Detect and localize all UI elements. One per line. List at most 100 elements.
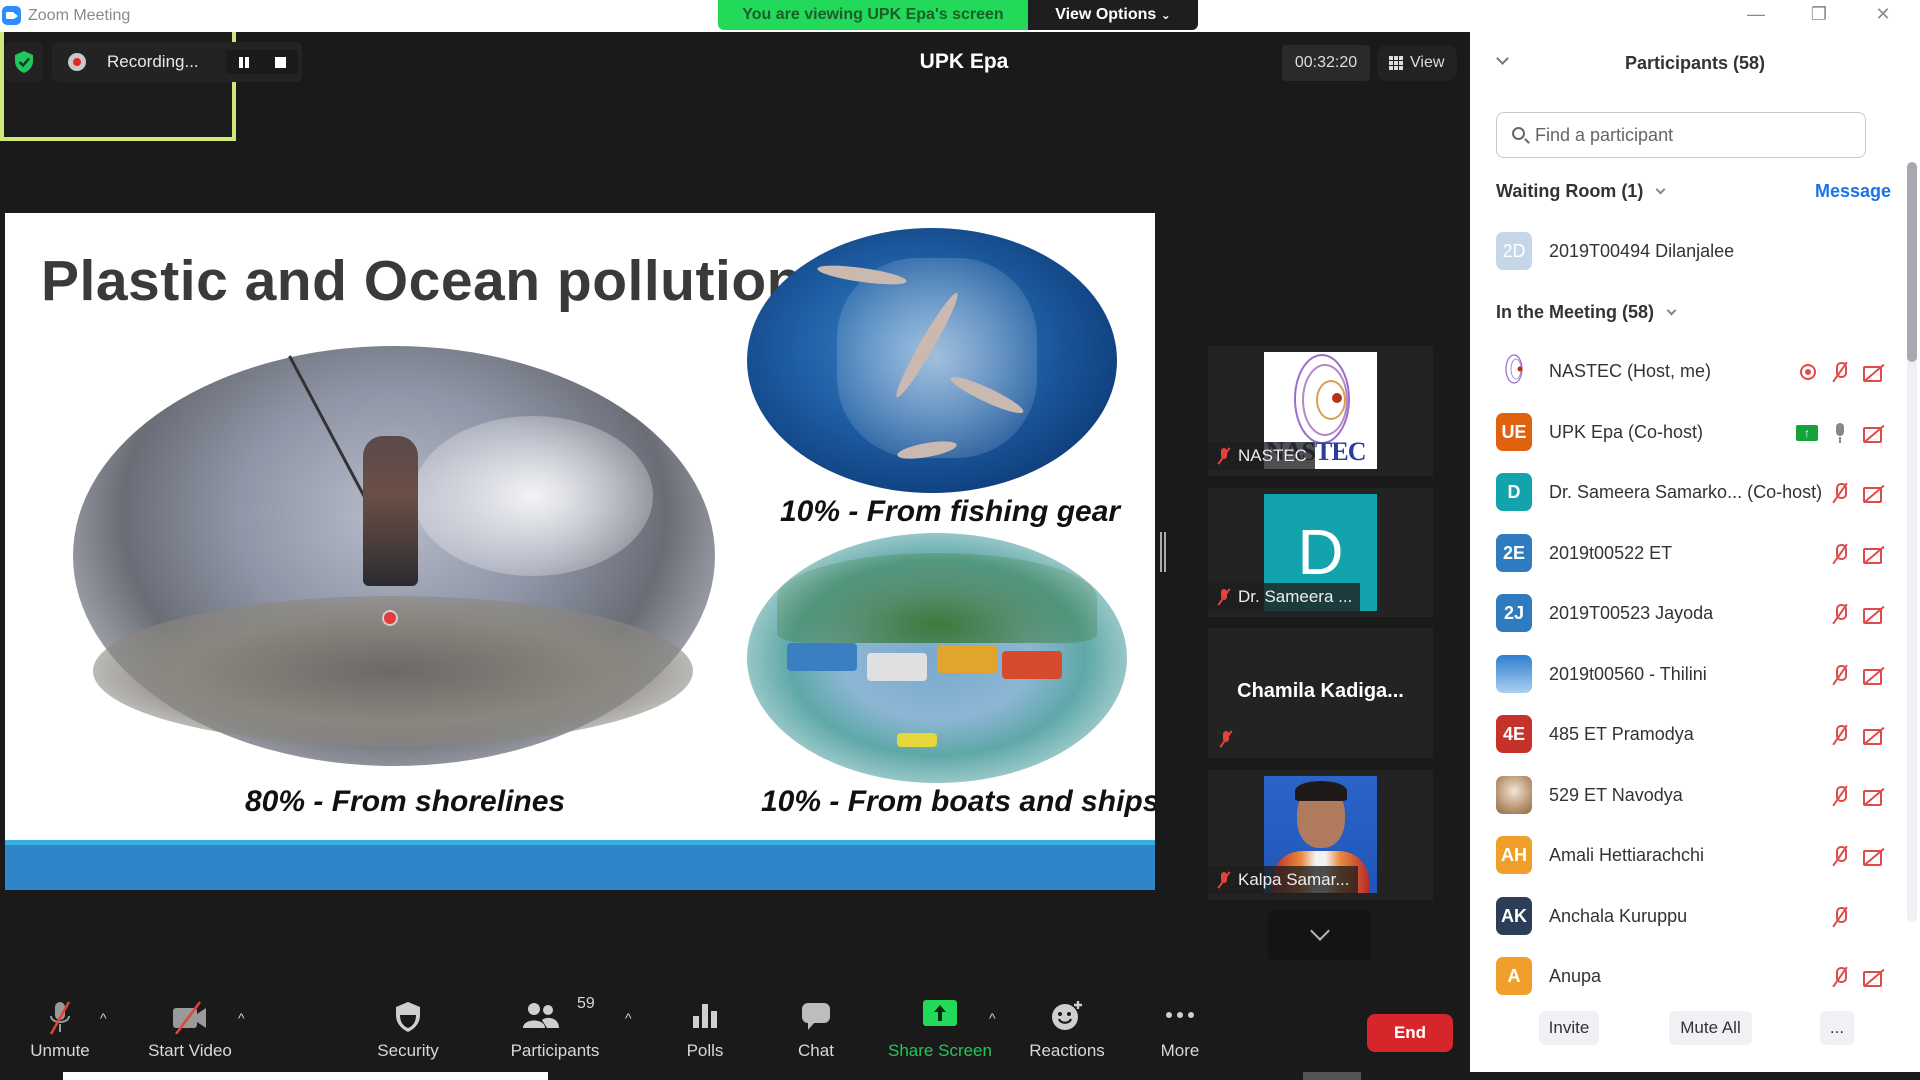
viewing-screen-banner: You are viewing UPK Epa's screen	[718, 0, 1028, 30]
participant-name: NASTEC (Host, me)	[1549, 361, 1712, 381]
start-video-button[interactable]: Start Video	[140, 995, 240, 1065]
video-options-caret[interactable]: ^	[238, 1010, 245, 1026]
waiting-room-header[interactable]: Waiting Room (1)	[1496, 181, 1666, 202]
mic-muted-icon	[1828, 663, 1852, 687]
video-tile[interactable]: D Dr. Sameera ...	[1208, 488, 1433, 617]
security-shield-icon	[396, 1002, 420, 1032]
chat-label: Chat	[798, 1041, 834, 1060]
mic-muted-icon	[1828, 602, 1852, 626]
search-input[interactable]	[1535, 113, 1855, 157]
mic-muted-icon	[49, 1001, 71, 1035]
shoreline-image	[73, 346, 715, 766]
sharing-screen-icon: ↑	[1796, 424, 1818, 441]
share-screen-button[interactable]: Share Screen	[880, 995, 1000, 1065]
waiting-room-item[interactable]: 2D 2019T00494 Dilanjalee	[1496, 232, 1886, 272]
end-meeting-button[interactable]: End	[1367, 1014, 1453, 1052]
mic-muted-icon	[1216, 588, 1232, 606]
chat-button[interactable]: Chat	[786, 995, 846, 1065]
participants-icon	[523, 1003, 559, 1028]
video-off-icon	[1862, 965, 1886, 989]
audio-options-caret[interactable]: ^	[100, 1010, 107, 1026]
nastec-logo-icon	[1505, 354, 1523, 384]
annotation-pointer	[384, 612, 396, 624]
participant-row[interactable]: AH Amali Hettiarachchi	[1496, 836, 1886, 876]
message-waiting-room-link[interactable]: Message	[1815, 181, 1891, 202]
participant-row[interactable]: AK Anchala Kuruppu	[1496, 896, 1886, 937]
horizontal-scrollbar[interactable]	[1303, 1072, 1361, 1080]
tile-namebar: Dr. Sameera ...	[1208, 583, 1361, 611]
reactions-label: Reactions	[1029, 1041, 1105, 1060]
video-tile[interactable]: NASTEC NASTEC	[1208, 346, 1433, 476]
participant-name: Anupa	[1549, 966, 1602, 986]
participants-button[interactable]: 59 Participants	[505, 995, 605, 1065]
unmute-label: Unmute	[30, 1041, 90, 1060]
scrollbar-thumb[interactable]	[1907, 162, 1917, 362]
participant-search[interactable]	[1496, 112, 1866, 158]
participant-row[interactable]: 2E 2019t00522 ET	[1496, 533, 1886, 574]
unmute-button[interactable]: Unmute	[20, 995, 100, 1065]
avatar: 2D	[1496, 232, 1532, 270]
minimize-button[interactable]: —	[1733, 0, 1779, 30]
more-button[interactable]: More	[1150, 995, 1210, 1065]
panel-more-button[interactable]: ...	[1820, 1011, 1854, 1045]
slide-footer-band	[5, 840, 1155, 890]
caption-shorelines: 80% - From shorelines	[245, 785, 566, 818]
mic-muted-icon	[1828, 360, 1852, 384]
polls-icon	[693, 1004, 717, 1028]
panel-scrollbar[interactable]	[1907, 162, 1917, 922]
participants-options-caret[interactable]: ^	[625, 1010, 632, 1026]
restore-button[interactable]: ❐	[1796, 0, 1842, 30]
mic-muted-icon	[1828, 965, 1852, 989]
video-off-icon	[1862, 602, 1886, 626]
scroll-tiles-down-button[interactable]	[1268, 910, 1371, 960]
share-options-caret[interactable]: ^	[989, 1010, 996, 1026]
video-tile[interactable]: Kalpa Samar...	[1208, 770, 1433, 900]
mic-muted-icon	[1828, 542, 1852, 566]
video-off-icon	[1862, 360, 1886, 384]
boat	[1002, 651, 1062, 679]
palm-trees	[777, 553, 1097, 643]
video-tile[interactable]: Chamila Kadiga...	[1208, 628, 1433, 758]
security-label: Security	[377, 1041, 439, 1060]
participant-name: UPK Epa (Co-host)	[1549, 421, 1704, 442]
video-off-icon	[1862, 723, 1886, 747]
participants-count: 59	[577, 995, 595, 1012]
logo-dot	[1332, 393, 1342, 403]
invite-button[interactable]: Invite	[1539, 1011, 1599, 1045]
reactions-button[interactable]: Reactions	[1020, 995, 1114, 1065]
avatar	[1496, 654, 1532, 693]
polls-button[interactable]: Polls	[675, 995, 735, 1065]
boat	[937, 645, 997, 673]
mic-icon	[1828, 421, 1852, 445]
participants-panel-title: Participants (58)	[1624, 53, 1766, 73]
video-off-icon	[173, 1001, 206, 1034]
in-meeting-header[interactable]: In the Meeting (58)	[1496, 302, 1677, 323]
participant-row[interactable]: 529 ET Navodya	[1496, 775, 1886, 816]
participant-row[interactable]: UE UPK Epa (Co-host) ↑	[1496, 412, 1886, 453]
view-options-button[interactable]: View Options ⌄	[1028, 0, 1198, 30]
close-button[interactable]: ✕	[1860, 0, 1906, 30]
participant-row[interactable]: NASTEC (Host, me)	[1496, 352, 1886, 392]
participant-row[interactable]: A Anupa	[1496, 957, 1886, 997]
video-off-icon	[1862, 421, 1886, 445]
avatar: AH	[1496, 836, 1532, 874]
avatar: A	[1496, 957, 1532, 995]
video-off-icon	[1862, 481, 1886, 505]
boat	[867, 653, 927, 681]
participant-name: Dr. Sameera Samarko... (Co-host)	[1549, 482, 1823, 502]
video-off-icon	[1862, 784, 1886, 808]
more-dots-icon	[1166, 1012, 1194, 1018]
participant-row[interactable]: 2J 2019T00523 Jayoda	[1496, 594, 1886, 634]
participants-label: Participants	[510, 1041, 600, 1060]
mic-muted-icon	[1828, 905, 1852, 929]
chevron-down-icon	[1655, 184, 1666, 195]
mute-all-button[interactable]: Mute All	[1669, 1011, 1752, 1045]
participant-row[interactable]: 4E 485 ET Pramodya	[1496, 715, 1886, 755]
mic-muted-icon	[1216, 447, 1232, 465]
security-button[interactable]: Security	[368, 995, 448, 1065]
participant-name: Amali Hettiarachchi	[1549, 845, 1705, 865]
participant-row[interactable]: D Dr. Sameera Samarko... (Co-host)	[1496, 473, 1886, 513]
panel-resize-handle[interactable]	[1160, 532, 1166, 572]
participant-row[interactable]: 2019t00560 - Thilini	[1496, 654, 1886, 695]
participant-name: 529 ET Navodya	[1549, 784, 1683, 805]
